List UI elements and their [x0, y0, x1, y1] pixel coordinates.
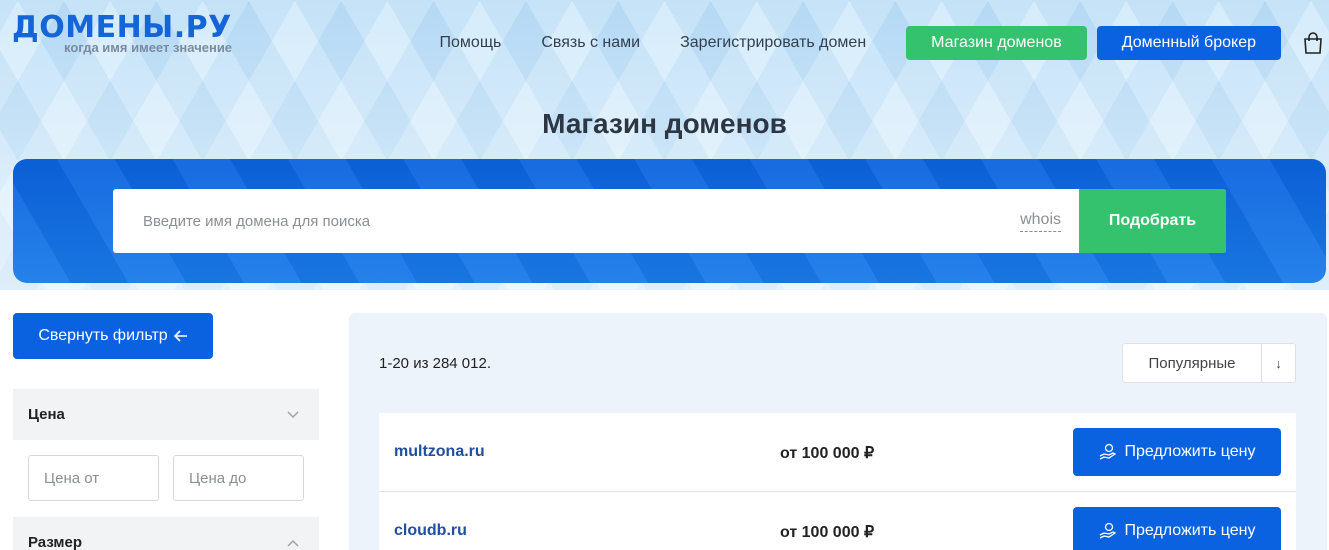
hand-coin-icon	[1099, 443, 1116, 460]
results-panel: 1-20 из 284 012. Популярные ↓ multzona.r…	[349, 313, 1327, 550]
offer-price-label: Предложить цену	[1124, 443, 1256, 460]
nav-register-domain[interactable]: Зарегистрировать домен	[680, 34, 866, 52]
sort-label: Популярные	[1148, 354, 1236, 372]
hand-coin-icon	[1099, 522, 1116, 539]
site-header: ДОМЕНЫ.РУ когда имя имеет значение Помощ…	[0, 0, 1329, 90]
chevron-up-icon	[287, 539, 299, 546]
domain-broker-button[interactable]: Доменный брокер	[1096, 26, 1281, 60]
nav-contact[interactable]: Связь с нами	[541, 34, 640, 52]
offer-price-button[interactable]: Предложить цену	[1073, 507, 1281, 550]
page-title: Магазин доменов	[542, 108, 787, 139]
main-nav: Помощь Связь с нами Зарегистрировать дом…	[440, 26, 1329, 60]
shopping-bag-icon[interactable]	[1301, 26, 1325, 60]
arrow-left-icon	[173, 330, 187, 342]
domain-name-link[interactable]: cloudb.ru	[394, 522, 467, 540]
nav-help[interactable]: Помощь	[440, 34, 502, 52]
domain-name-link[interactable]: multzona.ru	[394, 443, 485, 461]
logo-tagline: когда имя имеет значение	[64, 40, 233, 55]
domain-price: от 100 000 ₽	[780, 445, 875, 462]
sort-direction-icon[interactable]: ↓	[1261, 344, 1295, 382]
offer-price-button[interactable]: Предложить цену	[1073, 428, 1281, 476]
domain-row: multzona.ru от 100 000 ₽ Предложить цену	[379, 413, 1296, 492]
offer-price-label: Предложить цену	[1124, 522, 1256, 539]
search-box: whois Подобрать	[113, 189, 1226, 253]
domain-shop-button[interactable]: Магазин доменов	[906, 26, 1087, 60]
collapse-filter-button[interactable]: Свернуть фильтр	[13, 313, 213, 359]
price-from-input[interactable]	[28, 455, 159, 501]
filter-size-header[interactable]: Размер	[13, 517, 319, 550]
collapse-filter-label: Свернуть фильтр	[38, 327, 168, 344]
price-to-input[interactable]	[173, 455, 304, 501]
whois-link[interactable]: whois	[1020, 211, 1061, 232]
domain-search-input[interactable]	[113, 189, 1021, 253]
results-count: 1-20 из 284 012.	[379, 355, 492, 372]
filter-price-title: Цена	[28, 406, 65, 423]
search-submit-button[interactable]: Подобрать	[1079, 189, 1226, 253]
sort-dropdown[interactable]: Популярные ↓	[1122, 343, 1296, 383]
search-panel: whois Подобрать	[13, 159, 1326, 283]
filter-size-title: Размер	[28, 534, 83, 550]
chevron-down-icon	[287, 411, 299, 418]
domain-price: от 100 000 ₽	[780, 524, 875, 541]
site-logo[interactable]: ДОМЕНЫ.РУ когда имя имеет значение	[12, 12, 232, 56]
domain-row: cloudb.ru от 100 000 ₽ Предложить цену	[379, 492, 1296, 550]
filter-price-header[interactable]: Цена	[13, 389, 319, 440]
